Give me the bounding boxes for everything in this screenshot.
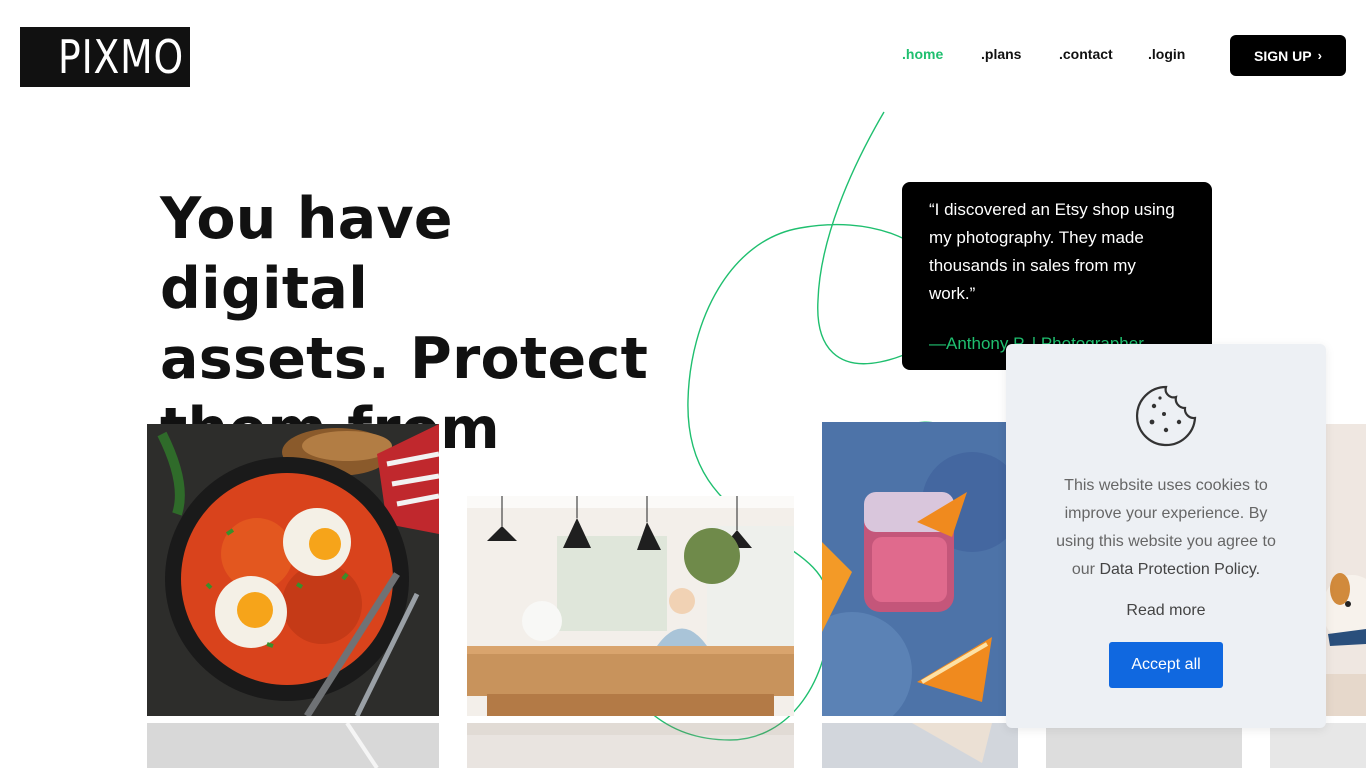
sign-up-label: SIGN UP bbox=[1254, 47, 1312, 64]
sign-up-button[interactable]: SIGN UP › bbox=[1230, 35, 1346, 76]
photo-reflection-3 bbox=[822, 723, 1018, 768]
photo-reflection-4 bbox=[1046, 723, 1242, 768]
nav-contact[interactable]: .contact bbox=[1059, 46, 1113, 62]
cookie-text: This website uses cookies to improve you… bbox=[1046, 472, 1286, 584]
accept-all-button[interactable]: Accept all bbox=[1109, 642, 1223, 688]
headline-line-2: assets. Protect bbox=[160, 326, 649, 392]
photo-shakshuka bbox=[147, 424, 439, 716]
read-more-link[interactable]: Read more bbox=[1006, 602, 1326, 620]
headline-line-1: You have digital bbox=[160, 186, 453, 322]
photo-reflection-2 bbox=[467, 723, 794, 768]
main-nav: .home .plans .contact .login bbox=[0, 46, 1366, 66]
testimonial-card: “I discovered an Etsy shop using my phot… bbox=[902, 182, 1212, 370]
cookie-notice: This website uses cookies to improve you… bbox=[1006, 344, 1326, 728]
testimonial-quote: “I discovered an Etsy shop using my phot… bbox=[929, 200, 1175, 303]
cookie-icon bbox=[1135, 385, 1197, 447]
photo-dining-room bbox=[467, 496, 794, 716]
nav-home[interactable]: .home bbox=[902, 46, 943, 62]
data-protection-link[interactable]: Data Protection Policy. bbox=[1099, 561, 1260, 578]
photo-cocktail bbox=[822, 422, 1008, 716]
nav-plans[interactable]: .plans bbox=[981, 46, 1021, 62]
nav-login[interactable]: .login bbox=[1148, 46, 1185, 62]
photo-reflection-5 bbox=[1270, 723, 1366, 768]
photo-reflection-1 bbox=[147, 723, 439, 768]
chevron-right-icon: › bbox=[1317, 48, 1322, 63]
